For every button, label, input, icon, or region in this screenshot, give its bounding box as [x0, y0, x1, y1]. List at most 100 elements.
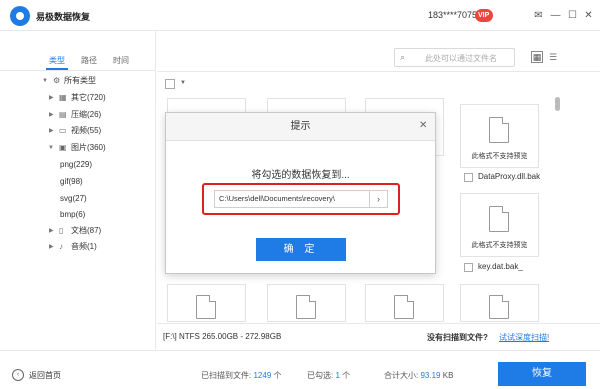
file-icon	[296, 295, 316, 319]
file-name: key.dat.bak_	[478, 262, 523, 271]
file-card[interactable]	[365, 284, 444, 322]
tree-item-documents[interactable]: ▶ ▯ 文档(87)	[0, 224, 156, 238]
minimize-icon[interactable]: —	[549, 9, 562, 22]
tree-item-bmp[interactable]: bmp(6)	[0, 208, 156, 222]
total-size-stat: 合计大小: 93.19 KB	[384, 370, 453, 381]
file-icon	[489, 295, 509, 319]
sidebar-tabs: 类型 路径 时间	[0, 31, 156, 71]
file-checkbox[interactable]	[464, 263, 473, 272]
recovery-path-input[interactable]: C:\Users\dell\Documents\recovery\	[214, 190, 370, 208]
total-size-value: 93.19	[420, 371, 441, 380]
message-icon[interactable]: ✉	[532, 9, 545, 22]
back-home-button[interactable]: 返回首页	[29, 370, 61, 381]
preview-unavailable-text: 此格式不支持预览	[471, 153, 528, 160]
sidebar: 类型 路径 时间 ▼ ⚙ 所有类型 ▶ ▦ 其它(720) ▶ ▤ 压缩(26)…	[0, 31, 156, 350]
file-icon	[394, 295, 414, 319]
ok-button[interactable]: 确 定	[256, 238, 346, 261]
file-card[interactable]	[267, 284, 346, 322]
tree-item-video[interactable]: ▶ ▭ 视频(55)	[0, 124, 156, 138]
tree-item-svg[interactable]: svg(27)	[0, 192, 156, 206]
selected-stat: 已勾选: 1 个	[307, 370, 350, 381]
drive-info: [F:\] NTFS 265.00GB - 272.98GB	[163, 332, 282, 341]
expand-arrow-icon[interactable]: ▶	[49, 240, 54, 254]
scanned-label: 已扫描到文件:	[201, 371, 252, 380]
search-input[interactable]: 此处可以通过文件名	[425, 53, 497, 64]
total-size-unit: KB	[442, 371, 454, 380]
tree-item-label: 压缩(26)	[71, 110, 102, 119]
close-icon[interactable]: ✕	[419, 120, 427, 131]
tree-item-label: 图片(360)	[71, 143, 106, 152]
music-icon: ♪	[59, 242, 63, 251]
search-icon[interactable]: ⌕	[400, 52, 405, 63]
collapse-arrow-icon[interactable]: ▼	[48, 141, 54, 155]
tree-item-label: 文档(87)	[71, 226, 102, 235]
tree-item-other[interactable]: ▶ ▦ 其它(720)	[0, 91, 156, 105]
vip-badge[interactable]: VIP	[475, 9, 494, 22]
tree-item-image[interactable]: ▼ ▣ 图片(360)	[0, 141, 156, 155]
search-box[interactable]: ⌕ 此处可以通过文件名	[394, 48, 515, 67]
selected-unit: 个	[342, 371, 351, 380]
app-title: 易极数据恢复	[36, 12, 91, 22]
expand-arrow-icon[interactable]: ▼	[42, 74, 48, 88]
tree-item-all[interactable]: ▼ ⚙ 所有类型	[0, 74, 156, 88]
selected-count: 1	[335, 371, 340, 380]
divider	[157, 71, 600, 72]
tree-item-archive[interactable]: ▶ ▤ 压缩(26)	[0, 108, 156, 122]
tree-item-label: gif(98)	[60, 177, 83, 186]
tab-type[interactable]: 类型	[49, 55, 65, 66]
list-view-icon[interactable]: ☰	[547, 51, 559, 63]
preview-unavailable-text: 此格式不支持预览	[471, 242, 528, 249]
back-home-icon[interactable]: ‹	[12, 369, 24, 381]
tab-path[interactable]: 路径	[81, 55, 97, 66]
scanned-stat: 已扫描到文件: 1249 个	[201, 370, 282, 381]
tree-item-png[interactable]: png(229)	[0, 158, 156, 172]
grid-icon: ▦	[59, 93, 67, 102]
tree-item-label: 视频(55)	[71, 126, 102, 135]
tree-item-audio[interactable]: ▶ ♪ 音频(1)	[0, 240, 156, 254]
scrollbar[interactable]	[555, 91, 560, 346]
title-bar: 易极数据恢复 183****7075 VIP ✉ — ☐ ✕	[0, 0, 600, 31]
tree-item-label: svg(27)	[60, 194, 87, 203]
video-icon: ▭	[59, 126, 67, 135]
expand-arrow-icon[interactable]: ▶	[49, 108, 54, 122]
account-phone[interactable]: 183****7075	[428, 10, 477, 20]
dialog-message: 将勾选的数据恢复到...	[251, 170, 350, 181]
archive-icon: ▤	[59, 110, 67, 119]
recover-to-dialog: 提示 ✕ 将勾选的数据恢复到... C:\Users\dell\Document…	[165, 112, 436, 274]
deep-scan-link[interactable]: 试试深度扫描!	[499, 332, 549, 343]
tree-item-label: 其它(720)	[71, 93, 106, 102]
drive-info-bar: [F:\] NTFS 265.00GB - 272.98GB 没有扫描到文件? …	[157, 323, 600, 350]
chevron-down-icon[interactable]: ▼	[180, 80, 186, 86]
expand-arrow-icon[interactable]: ▶	[49, 91, 54, 105]
tree-item-label: png(229)	[60, 160, 93, 169]
no-result-text: 没有扫描到文件?	[427, 333, 488, 342]
expand-arrow-icon[interactable]: ▶	[49, 224, 54, 238]
file-card[interactable]: 此格式不支持预览	[460, 104, 539, 168]
scrollbar-thumb[interactable]	[555, 97, 560, 111]
tab-time[interactable]: 时间	[113, 55, 129, 66]
file-checkbox[interactable]	[464, 173, 473, 182]
browse-arrow-icon[interactable]: ›	[370, 190, 388, 208]
scanned-count: 1249	[253, 371, 272, 380]
grid-view-icon[interactable]: ▦	[531, 51, 543, 63]
selected-label: 已勾选:	[307, 371, 334, 380]
maximize-icon[interactable]: ☐	[566, 9, 579, 22]
expand-arrow-icon[interactable]: ▶	[49, 124, 54, 138]
image-icon: ▣	[59, 143, 67, 152]
tab-underline	[46, 68, 68, 70]
tree-item-label: 音频(1)	[71, 242, 97, 251]
scanned-unit: 个	[273, 371, 282, 380]
close-icon[interactable]: ✕	[582, 9, 595, 22]
file-card[interactable]: 此格式不支持预览	[460, 193, 539, 257]
select-all-checkbox[interactable]	[165, 79, 175, 89]
file-icon	[196, 295, 216, 319]
file-card[interactable]	[167, 284, 246, 322]
tree-item-gif[interactable]: gif(98)	[0, 175, 156, 189]
recover-button[interactable]: 恢复	[498, 362, 586, 386]
file-card[interactable]	[460, 284, 539, 322]
tree-item-label: 所有类型	[64, 76, 96, 85]
total-size-label: 合计大小:	[384, 371, 419, 380]
gear-icon: ⚙	[53, 76, 61, 85]
file-name: DataProxy.dll.bak	[478, 172, 541, 181]
file-icon	[489, 206, 509, 232]
